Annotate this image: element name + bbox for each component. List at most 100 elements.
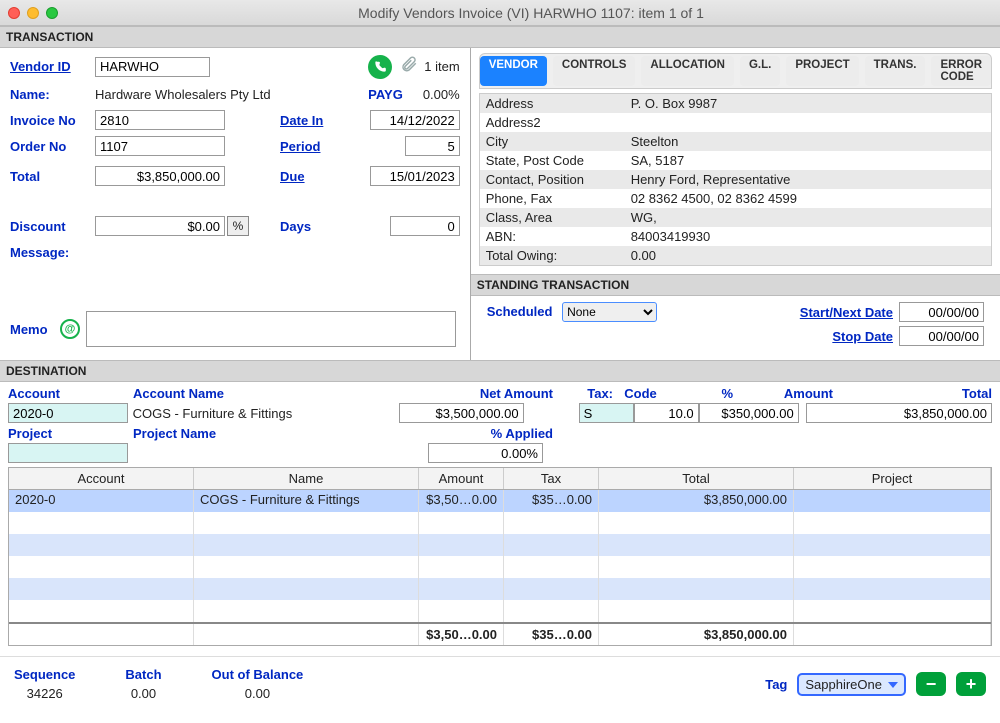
days-label: Days (280, 219, 340, 234)
vendor-address2 (625, 113, 991, 132)
memo-icon[interactable]: @ (60, 319, 80, 339)
vendor-class: WG, (625, 208, 991, 227)
table-row[interactable] (9, 534, 991, 556)
dest-pct-label: % (668, 386, 733, 401)
order-no-input[interactable] (95, 136, 225, 156)
memo-input[interactable] (86, 311, 456, 347)
invoice-no-label: Invoice No (10, 113, 95, 128)
attachment-icon[interactable] (400, 54, 418, 79)
vendor-owing-label: Total Owing: (480, 246, 625, 265)
zoom-icon[interactable] (46, 7, 58, 19)
tab-allocation[interactable]: ALLOCATION (641, 56, 734, 86)
transaction-pane: Vendor ID 1 item Name: Hardware Wholesal… (0, 48, 471, 360)
vendor-abn-label: ABN: (480, 227, 625, 246)
dest-taxpct-input[interactable] (634, 403, 699, 423)
phone-icon[interactable] (368, 55, 392, 79)
th-name[interactable]: Name (194, 468, 419, 489)
name-label: Name: (10, 87, 95, 102)
scheduled-label: Scheduled (487, 304, 553, 319)
th-project[interactable]: Project (794, 468, 991, 489)
th-total[interactable]: Total (599, 468, 794, 489)
due-label[interactable]: Due (280, 169, 340, 184)
minimize-icon[interactable] (27, 7, 39, 19)
window-controls (8, 7, 58, 19)
start-date-link[interactable]: Start/Next Date (800, 305, 893, 320)
total-input[interactable] (95, 166, 225, 186)
dest-accountname: COGS - Furniture & Fittings (133, 406, 399, 421)
footer: Sequence 34226 Batch 0.00 Out of Balance… (0, 656, 1000, 707)
table-row[interactable] (9, 578, 991, 600)
table-footer: $3,50…0.00 $35…0.00 $3,850,000.00 (9, 622, 991, 645)
vendor-state: SA, 5187 (625, 151, 991, 170)
start-date-input[interactable] (899, 302, 984, 322)
dest-amount-label: Amount (733, 386, 833, 401)
dest-accountname-label: Account Name (133, 386, 398, 401)
date-in-label[interactable]: Date In (280, 113, 340, 128)
item-count: 1 item (424, 59, 459, 74)
dest-total-input[interactable] (806, 403, 992, 423)
dest-netamt-label: Net Amount (398, 386, 553, 401)
vendor-class-label: Class, Area (480, 208, 625, 227)
th-account[interactable]: Account (9, 468, 194, 489)
date-in-input[interactable] (370, 110, 460, 130)
table-row[interactable] (9, 556, 991, 578)
scheduled-select[interactable]: None (562, 302, 657, 322)
tab-vendor[interactable]: VENDOR (480, 56, 547, 86)
destination-header: DESTINATION (0, 360, 1000, 382)
vendor-phone: 02 8362 4500, 02 8362 4599 (625, 189, 991, 208)
vendor-contact-label: Contact, Position (480, 170, 625, 189)
batch-value: 0.00 (125, 686, 161, 701)
tab-error[interactable]: ERROR CODE (931, 56, 991, 86)
window-title: Modify Vendors Invoice (VI) HARWHO 1107:… (70, 5, 992, 21)
due-input[interactable] (370, 166, 460, 186)
close-icon[interactable] (8, 7, 20, 19)
vendor-phone-label: Phone, Fax (480, 189, 625, 208)
remove-button[interactable]: − (916, 672, 946, 696)
dest-account-label: Account (8, 386, 133, 401)
table-row[interactable] (9, 600, 991, 622)
tab-controls[interactable]: CONTROLS (553, 56, 636, 86)
titlebar: Modify Vendors Invoice (VI) HARWHO 1107:… (0, 0, 1000, 26)
days-input[interactable] (390, 216, 460, 236)
sequence-value: 34226 (14, 686, 75, 701)
dest-taxamt-input[interactable] (699, 403, 799, 423)
period-input[interactable] (405, 136, 460, 156)
message-label: Message: (10, 245, 95, 260)
dest-taxcode-input[interactable] (579, 403, 634, 423)
stop-date-input[interactable] (899, 326, 984, 346)
tag-label: Tag (765, 677, 787, 692)
vendor-address: P. O. Box 9987 (625, 94, 991, 113)
stop-date-link[interactable]: Stop Date (832, 329, 893, 344)
tab-gl[interactable]: G.L. (740, 56, 780, 86)
batch-label: Batch (125, 667, 161, 682)
dest-projectname-label: Project Name (133, 426, 398, 441)
invoice-no-input[interactable] (95, 110, 225, 130)
table-row[interactable]: 2020-0 COGS - Furniture & Fittings $3,50… (9, 490, 991, 512)
dest-total-label: Total (833, 386, 992, 401)
vendor-city-label: City (480, 132, 625, 151)
dest-project-input[interactable] (8, 443, 128, 463)
vendor-city: Steelton (625, 132, 991, 151)
vendor-pane: VENDOR CONTROLS ALLOCATION G.L. PROJECT … (471, 48, 1000, 360)
dest-pctapplied-label: % Applied (398, 426, 553, 441)
discount-input[interactable] (95, 216, 225, 236)
dest-account-input[interactable] (8, 403, 128, 423)
vendor-address-label: Address (480, 94, 625, 113)
add-button[interactable]: + (956, 672, 986, 696)
tag-select[interactable]: SapphireOne (797, 673, 906, 696)
dest-pctapplied-input[interactable] (428, 443, 543, 463)
vendor-contact: Henry Ford, Representative (625, 170, 991, 189)
th-amount[interactable]: Amount (419, 468, 504, 489)
dest-netamt-input[interactable] (399, 403, 524, 423)
memo-label: Memo (10, 322, 60, 337)
percent-button[interactable]: % (227, 216, 249, 236)
period-label[interactable]: Period (280, 139, 340, 154)
vendor-id-label[interactable]: Vendor ID (10, 59, 95, 74)
tab-trans[interactable]: TRANS. (865, 56, 926, 86)
tab-project[interactable]: PROJECT (786, 56, 858, 86)
vendor-id-input[interactable] (95, 57, 210, 77)
vendor-abn: 84003419930 (625, 227, 991, 246)
vendor-tabs: VENDOR CONTROLS ALLOCATION G.L. PROJECT … (479, 53, 992, 89)
th-tax[interactable]: Tax (504, 468, 599, 489)
table-row[interactable] (9, 512, 991, 534)
